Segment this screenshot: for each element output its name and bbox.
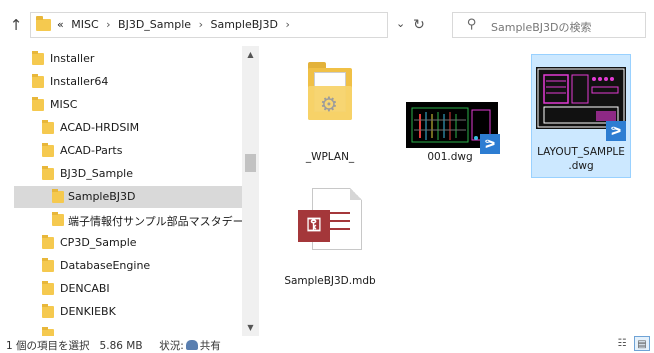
chevron-right-icon[interactable]: › (285, 18, 289, 31)
folder-icon (52, 212, 64, 226)
tree-item-misc[interactable]: MISC (14, 94, 242, 116)
folder-icon (32, 74, 44, 88)
search-placeholder: SampleBJ3Dの検索 (491, 21, 592, 34)
scroll-up-icon[interactable]: ▲ (242, 46, 259, 63)
file-name: 001.dwg (427, 151, 473, 163)
layout-preview (537, 68, 625, 128)
gear-icon: ⚙ (320, 92, 338, 116)
up-arrow-icon[interactable]: ↑ (6, 15, 26, 35)
tree-item-acad-hrdsim[interactable]: ACAD-HRDSIM (14, 117, 242, 139)
tree-item-partial[interactable] (14, 324, 242, 336)
folder-icon (42, 281, 54, 295)
search-input[interactable]: ⚲ SampleBJ3Dの検索 (452, 12, 646, 38)
tree-item-acad-parts[interactable]: ACAD-Parts (14, 140, 242, 162)
address-bar[interactable]: « MISC › BJ3D_Sample › SampleBJ3D › ⌄ (30, 12, 405, 38)
folder-icon (52, 189, 64, 203)
tree-item-label: DENKIEBK (60, 305, 116, 318)
selection-count: 1 個の項目を選択 (6, 340, 90, 352)
folder-icon: ⚙ (308, 62, 352, 120)
tree-item-label: ACAD-Parts (60, 144, 123, 157)
tree-item-label: Installer64 (50, 75, 109, 88)
folder-icon (42, 258, 54, 272)
tree-item-label: BJ3D_Sample (60, 167, 134, 180)
key-icon: ⚿ (298, 210, 330, 242)
folder-icon (42, 120, 54, 134)
breadcrumb-overflow[interactable]: « (57, 18, 64, 31)
chevron-right-icon[interactable]: › (106, 18, 110, 31)
chevron-right-icon[interactable]: › (199, 18, 203, 31)
file-name: SampleBJ3D.mdb (284, 275, 376, 287)
selection-size: 5.86 MB (99, 340, 143, 352)
tree-item-bj3d-sample[interactable]: BJ3D_Sample (14, 163, 242, 185)
file-item-samplebj3d-mdb[interactable]: ⚿ SampleBJ3D.mdb (280, 186, 380, 296)
tree-item-label: MISC (50, 98, 78, 111)
tree-scrollbar[interactable]: ▲ ▼ (242, 46, 259, 336)
tree-item-denkiebk[interactable]: DENKIEBK (14, 301, 242, 323)
tree-item-label: CP3D_Sample (60, 236, 137, 249)
shared-users-icon (185, 340, 198, 350)
folder-icon (32, 51, 44, 65)
breadcrumb-samplebj3d[interactable]: SampleBJ3D (210, 18, 278, 31)
tree-item-cp3d-sample[interactable]: CP3D_Sample (14, 232, 242, 254)
tree-item-label: ACAD-HRDSIM (60, 121, 140, 134)
folder-icon (36, 16, 51, 31)
file-list: ⚙ _WPLAN_ ᕗ 001.dwg ᕗ LAYOUT_SAMPLE .dwg… (260, 46, 654, 336)
file-item-layout-sample-dwg[interactable]: ᕗ LAYOUT_SAMPLE .dwg (531, 54, 631, 178)
details-view-icon[interactable]: ☷ (614, 336, 630, 351)
status-text: 1 個の項目を選択 5.86 MB 状況: 共有 (6, 338, 221, 353)
breadcrumb-bj3d-sample[interactable]: BJ3D_Sample (118, 18, 191, 31)
file-name-line-2: .dwg (568, 160, 594, 172)
tree-item-label: SampleBJ3D (68, 190, 136, 203)
tree-item-label: 端子情報付サンプル部品マスタデータ (68, 215, 242, 228)
scroll-down-icon[interactable]: ▼ (242, 319, 259, 336)
folder-icon (42, 166, 54, 180)
file-name-line-1: LAYOUT_SAMPLE (537, 146, 625, 158)
tree-item-terminal-info-master[interactable]: 端子情報付サンプル部品マスタデータ (14, 209, 242, 231)
access-database-icon: ⚿ (298, 188, 362, 254)
bricscad-badge-icon: ᕗ (606, 121, 626, 141)
tree-item-installer64[interactable]: Installer64 (14, 71, 242, 93)
tree-item-label: DatabaseEngine (60, 259, 151, 272)
breadcrumb: « MISC › BJ3D_Sample › SampleBJ3D › (57, 18, 294, 31)
scrollbar-thumb[interactable] (245, 154, 256, 172)
folder-icon (32, 97, 44, 111)
file-item-001-dwg[interactable]: ᕗ 001.dwg (400, 54, 500, 164)
file-item-wplan[interactable]: ⚙ _WPLAN_ (280, 54, 380, 164)
file-name: _WPLAN_ (305, 151, 355, 163)
tree-item-installer[interactable]: Installer (14, 48, 242, 70)
tree-item-dencabi[interactable]: DENCABI (14, 278, 242, 300)
folder-icon (42, 235, 54, 249)
refresh-icon[interactable]: ↻ (400, 12, 438, 38)
large-icons-view-icon[interactable]: ▤ (634, 336, 650, 351)
search-icon: ⚲ (467, 17, 477, 32)
folder-icon (42, 327, 54, 336)
tree-item-label: Installer (50, 52, 95, 65)
address-row: ↑ « MISC › BJ3D_Sample › SampleBJ3D › ⌄ … (0, 0, 654, 46)
state-value: 共有 (199, 340, 221, 352)
folder-icon (42, 143, 54, 157)
breadcrumb-misc[interactable]: MISC (71, 18, 98, 31)
state-label: 状況: (159, 340, 184, 352)
tree-item-label: DENCABI (60, 282, 110, 295)
navigation-pane: Installer Installer64 MISC ACAD-HRDSIM A… (14, 46, 242, 336)
tree-item-databaseengine[interactable]: DatabaseEngine (14, 255, 242, 277)
dwg-thumbnail (536, 67, 626, 129)
folder-icon (42, 304, 54, 318)
status-bar: 1 個の項目を選択 5.86 MB 状況: 共有 ☷ ▤ (0, 336, 654, 353)
tree-item-samplebj3d[interactable]: SampleBJ3D (14, 186, 242, 208)
